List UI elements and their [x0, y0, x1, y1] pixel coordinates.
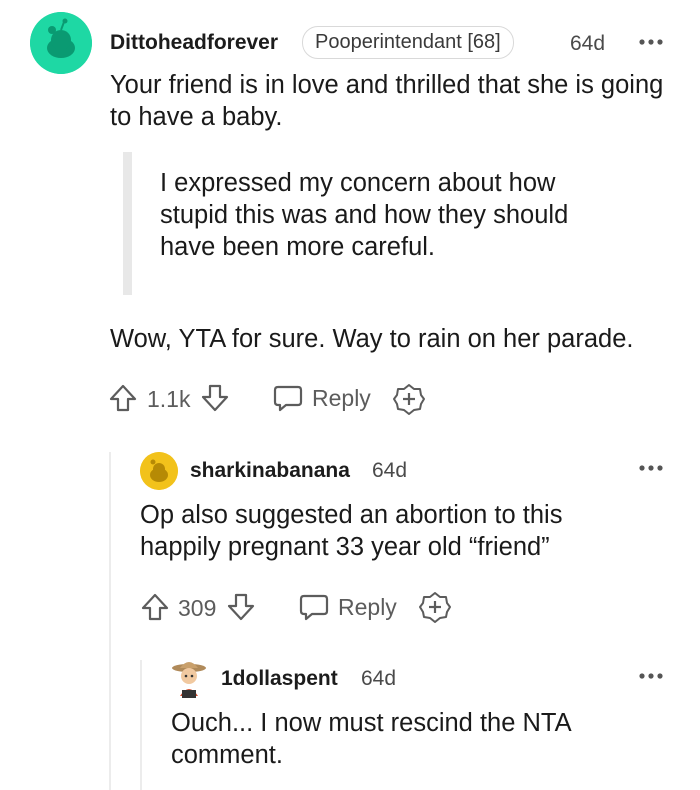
downvote-button[interactable]: [200, 383, 232, 413]
more-options-button[interactable]: [637, 458, 667, 478]
snoo-avatar-icon: [140, 452, 178, 490]
downvote-button[interactable]: [226, 592, 258, 622]
snoo-avatar-icon: [30, 12, 92, 74]
award-button[interactable]: [419, 591, 451, 623]
ellipsis-icon: [639, 673, 663, 679]
speech-bubble-icon: [273, 385, 303, 412]
vote-score: 1.1k: [147, 386, 191, 412]
thread-line[interactable]: [140, 660, 142, 790]
reply-button[interactable]: Reply: [298, 592, 397, 622]
more-options-button[interactable]: [637, 32, 667, 52]
ellipsis-icon: [639, 465, 663, 471]
comment-age: 64d: [570, 32, 606, 55]
reply-label: Reply: [312, 384, 371, 411]
user-flair: Pooperintendant [68]: [302, 26, 514, 59]
avatar[interactable]: [140, 452, 178, 490]
comment-text: Op also suggested an abortion to this ha…: [140, 501, 563, 561]
downvote-arrow-icon: [201, 384, 229, 412]
more-options-button[interactable]: [637, 666, 667, 686]
upvote-arrow-icon: [109, 384, 137, 412]
avatar[interactable]: [30, 12, 92, 74]
comment-text-continued: Wow, YTA for sure. Way to rain on her pa…: [110, 325, 634, 353]
award-plus-icon: [393, 384, 425, 415]
quote-bar: [123, 152, 132, 295]
comment-age: 64d: [361, 667, 397, 690]
comment-username[interactable]: sharkinabanana: [190, 459, 350, 483]
ellipsis-icon: [639, 39, 663, 45]
reply-label: Reply: [338, 593, 397, 620]
award-plus-icon: [419, 592, 451, 623]
comment-age: 64d: [372, 459, 408, 482]
cowboy-avatar-icon: [172, 662, 206, 698]
quote-text: I expressed my concern about how stupid …: [160, 169, 569, 261]
comment-username[interactable]: Dittoheadforever: [110, 31, 278, 55]
thread-line[interactable]: [109, 452, 111, 790]
vote-score: 309: [178, 595, 217, 621]
avatar[interactable]: [170, 658, 208, 700]
reply-button[interactable]: Reply: [272, 383, 371, 413]
upvote-button[interactable]: [140, 592, 172, 622]
speech-bubble-icon: [299, 594, 329, 621]
comment-text: Ouch... I now must rescind the NTA comme…: [171, 709, 571, 769]
downvote-arrow-icon: [227, 593, 255, 621]
upvote-arrow-icon: [141, 593, 169, 621]
comment-text: Your friend is in love and thrilled that…: [110, 71, 664, 131]
award-button[interactable]: [393, 383, 425, 415]
upvote-button[interactable]: [108, 383, 140, 413]
comment-username[interactable]: 1dollaspent: [221, 667, 338, 691]
